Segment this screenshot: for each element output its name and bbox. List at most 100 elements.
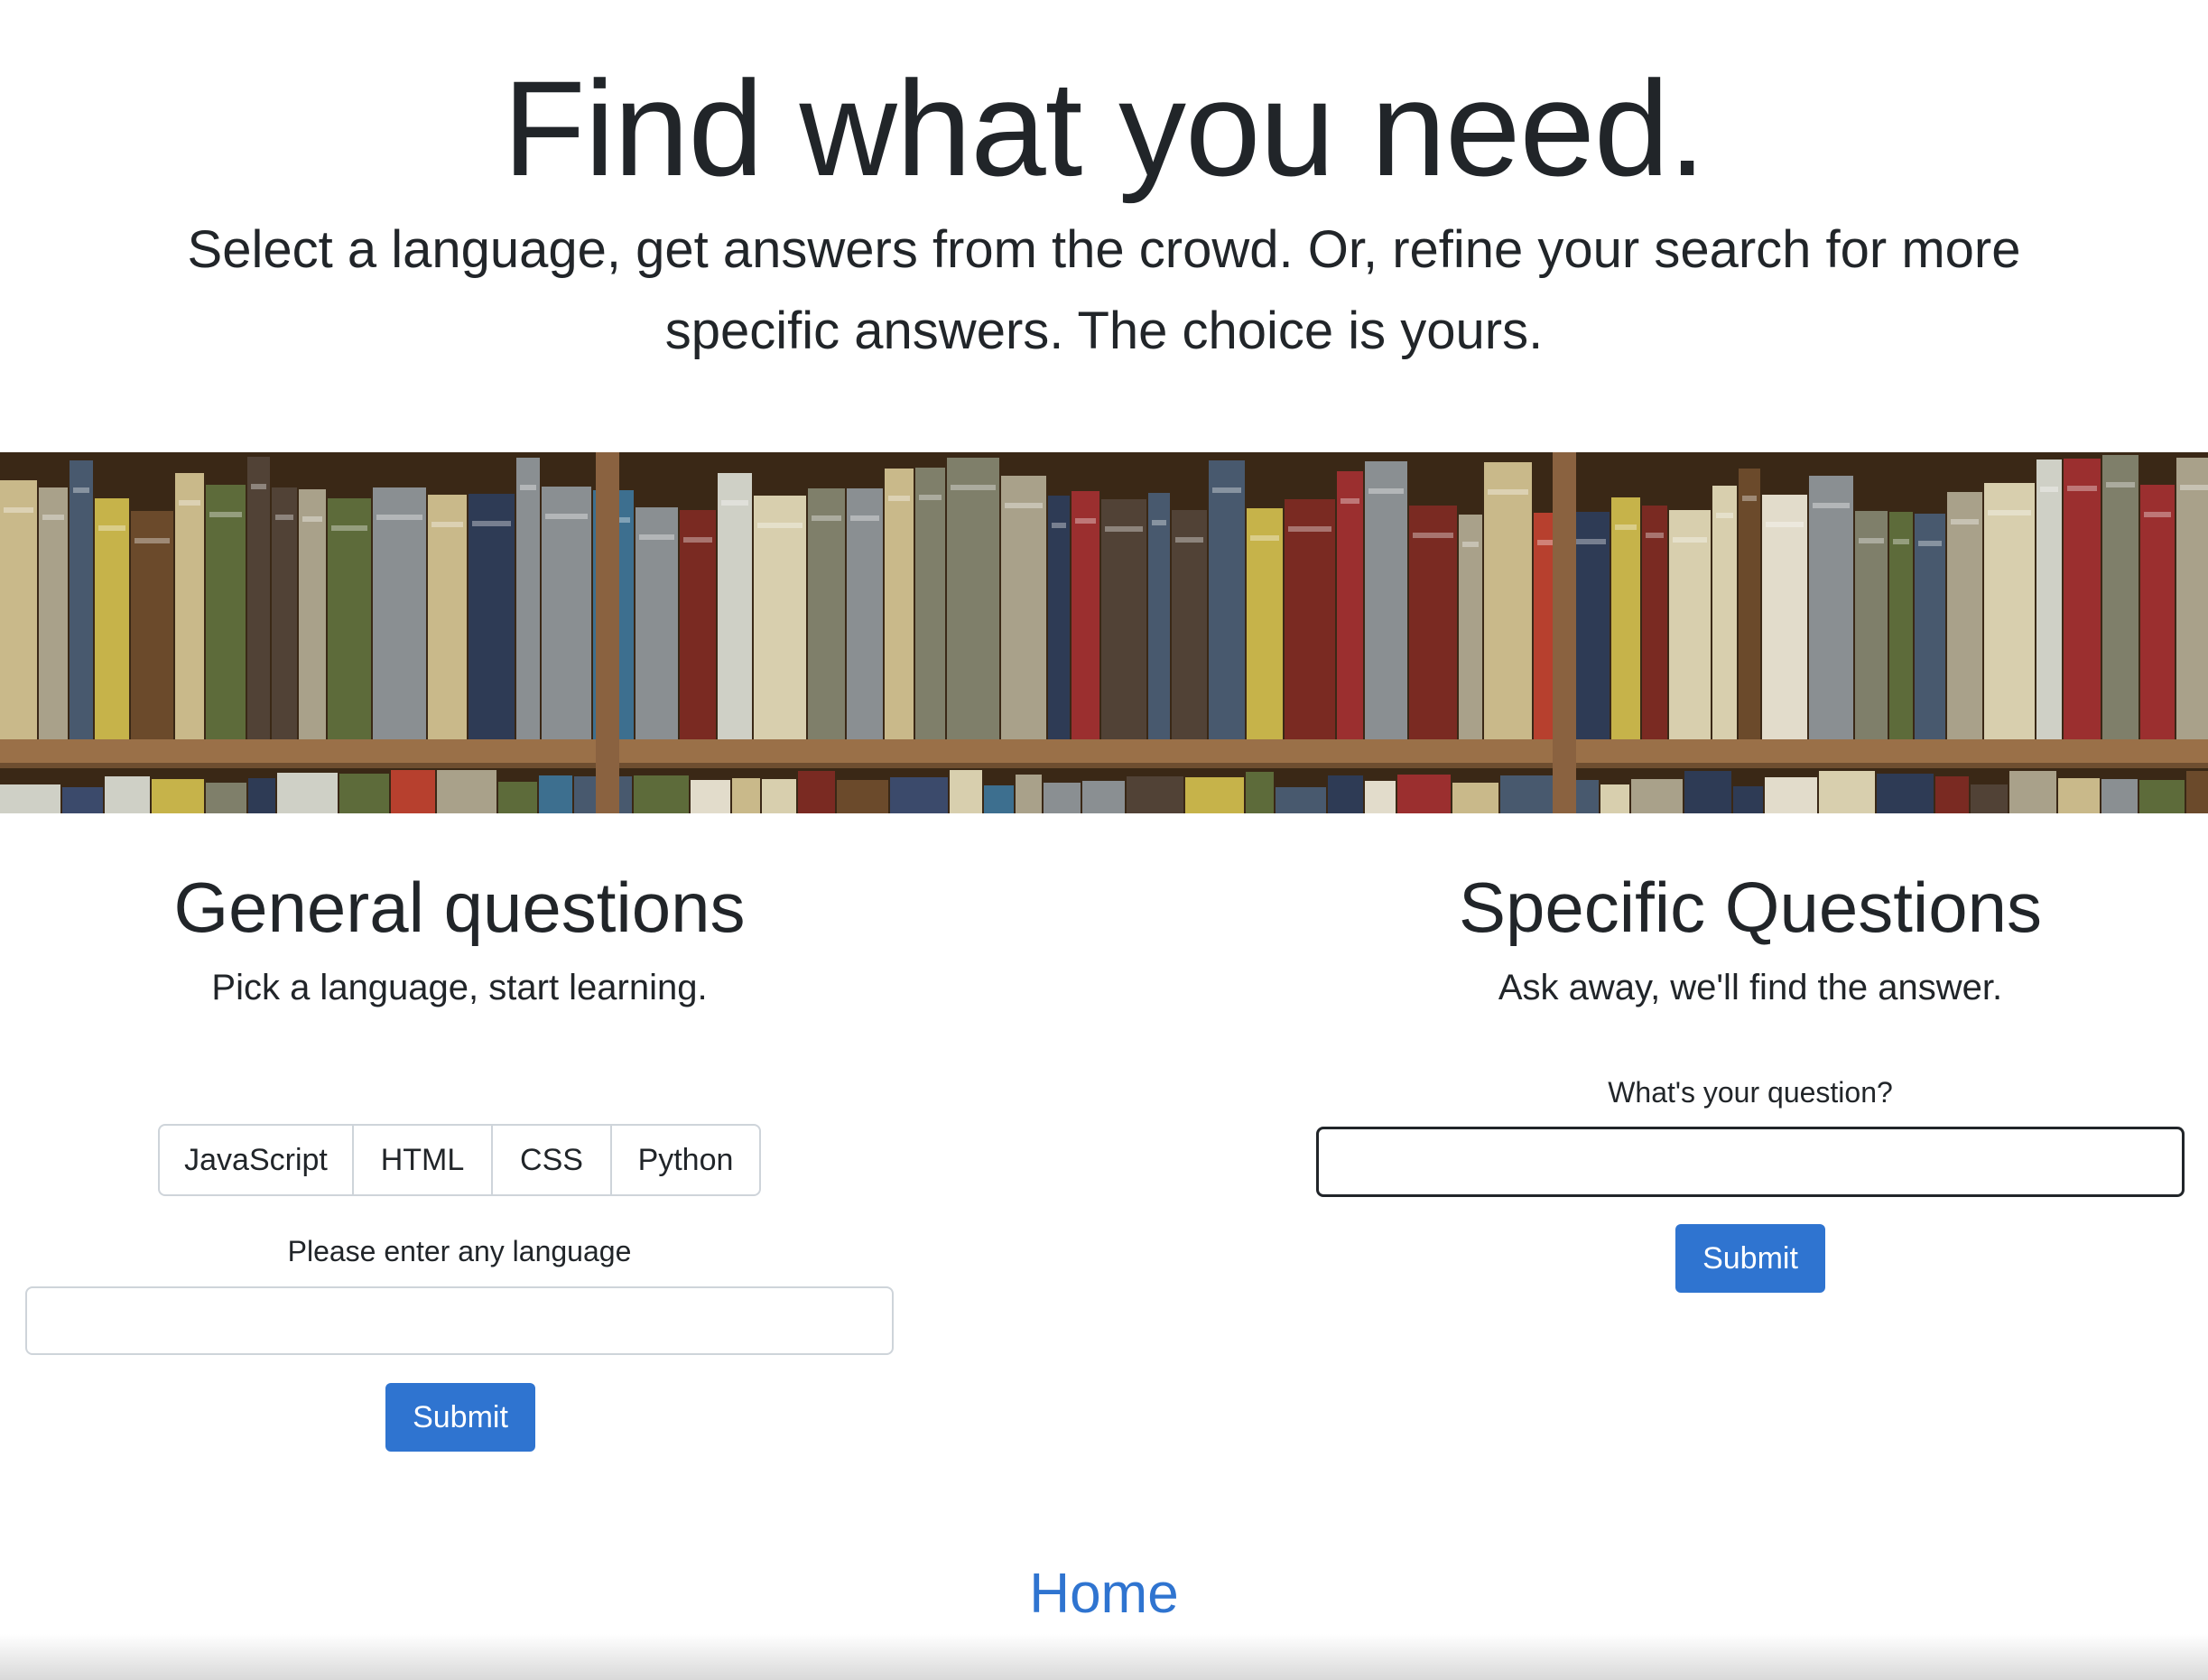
book-spine-band xyxy=(42,515,64,520)
page-lead: Select a language, get answers from the … xyxy=(187,220,2021,360)
book-spine-band xyxy=(1918,541,1942,546)
book-spine xyxy=(1484,462,1532,741)
book-spine-lower xyxy=(152,779,204,813)
book-spine-band xyxy=(951,485,996,490)
book-spine-band xyxy=(1212,487,1241,493)
book-spine-band xyxy=(251,484,266,489)
bookshelf-banner-image xyxy=(0,452,2208,813)
book-spine xyxy=(131,511,173,741)
book-spine-lower xyxy=(105,776,150,813)
book-spine xyxy=(95,498,129,741)
book-spine-lower xyxy=(1365,781,1396,813)
book-spine-lower xyxy=(2139,780,2185,813)
book-spine xyxy=(718,473,752,741)
book-spine-band xyxy=(376,515,422,520)
book-spine-lower xyxy=(1733,786,1763,813)
book-spine-band xyxy=(919,495,942,500)
book-spine-band xyxy=(4,507,33,513)
question-input-label: What's your question? xyxy=(1608,1076,1893,1109)
book-spine xyxy=(1247,508,1283,741)
book-spine xyxy=(680,510,716,741)
book-spine xyxy=(1809,476,1853,741)
book-spine-band xyxy=(1488,489,1528,495)
book-spine xyxy=(1048,496,1070,741)
book-spine xyxy=(1148,493,1170,741)
book-spine-band xyxy=(888,496,910,501)
book-spine-lower xyxy=(1765,777,1817,813)
book-spine-lower xyxy=(248,778,275,813)
book-spine-lower xyxy=(1452,783,1498,813)
book-spine xyxy=(1001,476,1046,741)
book-spine xyxy=(299,489,326,741)
book-spine-band xyxy=(1175,537,1203,543)
home-link[interactable]: Home xyxy=(0,1562,2208,1627)
book-spine-band xyxy=(2040,487,2058,492)
book-spine-band xyxy=(472,521,511,526)
book-spine-lower xyxy=(2009,771,2056,813)
page-title: Find what you need. xyxy=(503,52,1706,204)
book-spine-lower xyxy=(62,787,103,813)
book-spine-lower xyxy=(0,784,60,813)
shelf-divider xyxy=(596,452,619,813)
shelf-plank xyxy=(0,739,2208,765)
book-spine-band xyxy=(1413,533,1453,538)
book-spine-lower xyxy=(1600,784,1629,813)
book-spine xyxy=(947,458,999,741)
question-input[interactable] xyxy=(1316,1127,2185,1197)
book-spine xyxy=(1101,499,1146,741)
language-button-javascript[interactable]: JavaScript xyxy=(160,1126,354,1194)
book-spine-lower xyxy=(1631,779,1683,813)
language-input[interactable] xyxy=(25,1286,894,1355)
book-spine-lower xyxy=(1684,771,1731,813)
book-spine-band xyxy=(1288,526,1331,532)
specific-submit-button[interactable]: Submit xyxy=(1675,1224,1825,1293)
book-spine xyxy=(1072,491,1099,741)
language-button-html[interactable]: HTML xyxy=(354,1126,493,1194)
book-spine-band xyxy=(1951,519,1979,524)
book-spine-band xyxy=(2067,486,2097,491)
book-spine xyxy=(1889,512,1913,741)
book-spine-lower xyxy=(1044,783,1081,813)
book-spine-lower xyxy=(1127,776,1183,813)
book-spine-band xyxy=(1988,510,2031,515)
language-button-python[interactable]: Python xyxy=(612,1126,759,1194)
language-button-css[interactable]: CSS xyxy=(493,1126,612,1194)
book-spine-band xyxy=(1615,524,1637,530)
book-spine-lower xyxy=(798,771,835,813)
book-spine-lower xyxy=(1082,781,1125,813)
book-spine-band xyxy=(1742,496,1757,501)
book-spine-band xyxy=(1105,526,1143,532)
book-spine xyxy=(2036,459,2062,741)
book-spine xyxy=(808,488,845,741)
book-spine xyxy=(1855,511,1888,741)
book-spine xyxy=(70,460,93,741)
book-spine xyxy=(2064,459,2101,741)
book-spine-lower xyxy=(539,775,572,813)
book-spine xyxy=(1712,486,1737,741)
book-spine xyxy=(1365,461,1407,741)
book-spine xyxy=(175,473,204,741)
book-spine xyxy=(1669,510,1711,741)
book-spine-lower xyxy=(1397,775,1451,813)
book-spine-lower xyxy=(339,774,389,813)
language-input-label: Please enter any language xyxy=(287,1235,632,1267)
book-spine-band xyxy=(683,537,712,543)
book-spine-band xyxy=(1152,520,1166,525)
book-spine-lower xyxy=(1971,784,2008,813)
general-questions-lead: Pick a language, start learning. xyxy=(211,968,708,1007)
general-submit-button[interactable]: Submit xyxy=(385,1383,535,1452)
book-spine xyxy=(469,494,515,741)
book-spine-lower xyxy=(732,778,760,813)
book-spine-band xyxy=(545,514,588,519)
book-spine-lower xyxy=(1328,775,1363,813)
specific-questions-title: Specific Questions xyxy=(1459,868,2042,947)
book-spine-band xyxy=(1893,539,1909,544)
book-spine-lower xyxy=(837,780,888,813)
book-spine-lower xyxy=(691,780,730,813)
book-spine xyxy=(0,480,37,741)
bookshelf-illustration xyxy=(0,452,2208,813)
book-spine xyxy=(39,487,68,741)
general-questions-title: General questions xyxy=(173,868,746,947)
book-spine-lower xyxy=(2101,779,2138,813)
book-spine xyxy=(1915,514,1945,741)
